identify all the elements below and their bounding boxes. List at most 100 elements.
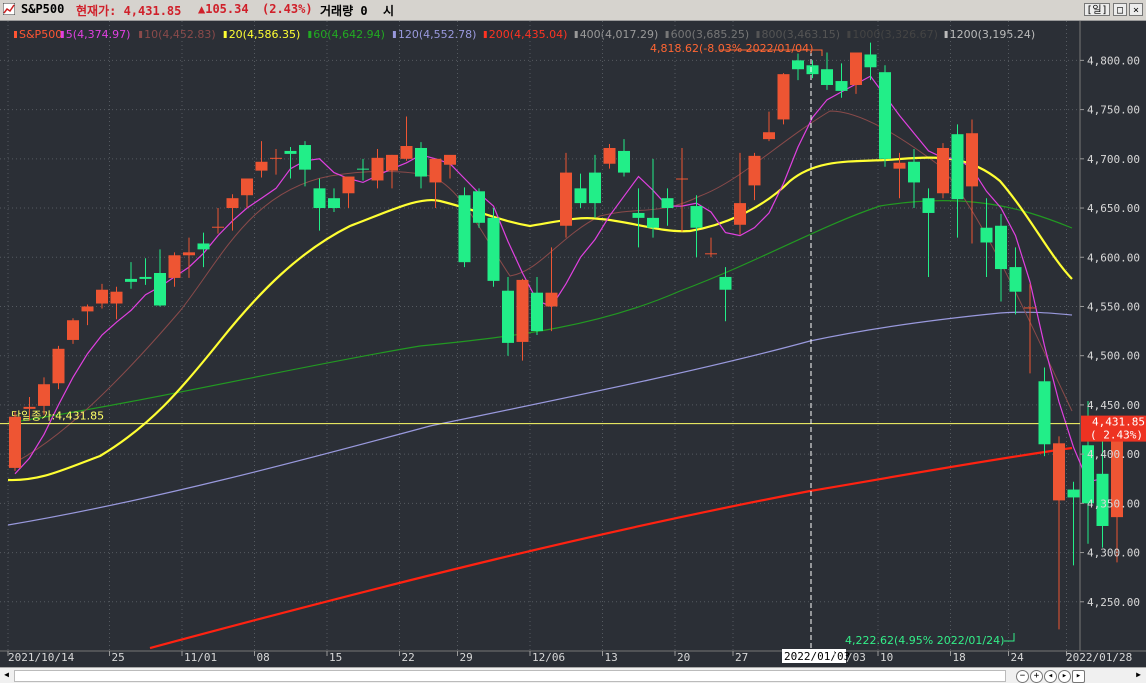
zoom-out-icon[interactable]: − bbox=[1016, 670, 1029, 683]
daily-period-button[interactable]: [일] bbox=[1084, 3, 1110, 16]
legend-item: 800(3,463.15) bbox=[762, 28, 841, 41]
candle-body bbox=[763, 132, 775, 140]
title-bar: S&P500 현재가: 4,431.85 ▲105.34 (2.43%) 거래량… bbox=[0, 0, 1146, 21]
legend-item: 1200(3,195.24) bbox=[950, 28, 1036, 41]
x-tick-label: /03 bbox=[846, 651, 866, 664]
candle-body bbox=[473, 191, 485, 223]
candle-body bbox=[23, 406, 36, 409]
legend-item: 120(4,552.78) bbox=[398, 28, 477, 41]
scroll-left-arrow[interactable]: ◀ bbox=[1, 669, 12, 681]
candle-body bbox=[1038, 381, 1051, 445]
low-annotation: 4,222.62(4.95% 2022/01/24) bbox=[845, 634, 1004, 647]
candle-body bbox=[96, 289, 108, 304]
candle-body bbox=[806, 65, 819, 75]
legend-item: 60(4,642.94) bbox=[313, 28, 385, 41]
x-tick-label: 10 bbox=[880, 651, 893, 664]
pan-left-icon[interactable]: ◂ bbox=[1044, 670, 1057, 683]
x-tick-label: 08 bbox=[257, 651, 270, 664]
y-tick-label: 4,400.00 bbox=[1087, 448, 1140, 461]
chart-app-icon bbox=[3, 3, 15, 15]
scroll-track[interactable] bbox=[14, 670, 1006, 682]
candle-body bbox=[81, 306, 94, 312]
crosshair-date-label: 2022/01/03 bbox=[784, 650, 850, 663]
y-tick-label: 4,700.00 bbox=[1087, 153, 1140, 166]
legend-item: 10(4,452.83) bbox=[144, 28, 216, 41]
legend-item: 1000(3,326.67) bbox=[852, 28, 938, 41]
candle-body bbox=[38, 384, 50, 406]
candle-body bbox=[1067, 489, 1080, 498]
legend-swatch bbox=[847, 31, 851, 38]
close-price-label: 당일종가:4,431.85 bbox=[11, 409, 104, 423]
candle-body bbox=[284, 150, 297, 154]
candle-body bbox=[357, 168, 369, 170]
y-tick-label: 4,800.00 bbox=[1087, 54, 1140, 67]
legend-item: 5(4,374.97) bbox=[66, 28, 131, 41]
legend-swatch bbox=[574, 31, 578, 38]
scroll-right-arrow[interactable]: ▶ bbox=[1133, 669, 1144, 681]
y-tick-label: 4,650.00 bbox=[1087, 202, 1140, 215]
candle-body bbox=[632, 212, 645, 218]
candle-body bbox=[516, 279, 529, 342]
candle-body bbox=[241, 178, 253, 196]
y-tick-label: 4,250.00 bbox=[1087, 596, 1140, 609]
x-tick-label: 29 bbox=[460, 651, 473, 664]
legend-swatch bbox=[756, 31, 760, 38]
candle-body bbox=[879, 72, 891, 159]
x-tick-label: 13 bbox=[605, 651, 618, 664]
y-tick-label: 4,600.00 bbox=[1087, 251, 1140, 264]
legend-swatch bbox=[483, 31, 487, 38]
candle-body bbox=[1053, 443, 1065, 501]
chart-window: S&P500 현재가: 4,431.85 ▲105.34 (2.43%) 거래량… bbox=[0, 0, 1146, 683]
candle-body bbox=[139, 276, 152, 279]
candle-body bbox=[748, 155, 761, 186]
candle-body bbox=[980, 227, 993, 243]
candle-body bbox=[415, 147, 427, 177]
candle-body bbox=[154, 273, 166, 306]
horizontal-scrollbar[interactable]: ◀ − + ◂ ▸ ▸ ▶ bbox=[0, 667, 1146, 683]
candle-body bbox=[545, 292, 558, 307]
y-tick-label: 4,750.00 bbox=[1087, 104, 1140, 117]
candle-body bbox=[951, 134, 964, 200]
legend-swatch bbox=[392, 31, 396, 38]
legend-swatch bbox=[665, 31, 669, 38]
y-tick-label: 4,350.00 bbox=[1087, 497, 1140, 510]
candle-body bbox=[125, 278, 137, 282]
candle-body bbox=[690, 206, 703, 228]
candle-body bbox=[342, 176, 355, 194]
candle-body bbox=[328, 198, 340, 209]
candle-body bbox=[719, 276, 732, 290]
legend-swatch bbox=[60, 31, 64, 38]
time-label: 시 bbox=[383, 4, 395, 18]
candle-body bbox=[647, 217, 659, 228]
volume-label: 거래량 0 bbox=[320, 4, 368, 18]
x-tick-label: 15 bbox=[329, 651, 342, 664]
candle-body bbox=[661, 198, 674, 209]
y-tick-label: 4,500.00 bbox=[1087, 350, 1140, 363]
y-tick-label: 4,300.00 bbox=[1087, 547, 1140, 560]
candle-body bbox=[270, 157, 282, 159]
y-tick-label: 4,450.00 bbox=[1087, 399, 1140, 412]
y-tick-label: 4,550.00 bbox=[1087, 300, 1140, 313]
x-tick-label: 12/06 bbox=[532, 651, 565, 664]
scroll-end-icon[interactable]: ▸ bbox=[1072, 670, 1085, 683]
x-tick-label: 11/01 bbox=[184, 651, 217, 664]
maximize-button[interactable]: □ bbox=[1113, 3, 1127, 16]
candle-body bbox=[705, 253, 717, 255]
zoom-in-icon[interactable]: + bbox=[1030, 670, 1043, 683]
legend-swatch bbox=[14, 31, 17, 38]
legend-item: 400(4,017.29) bbox=[580, 28, 659, 41]
pan-right-icon[interactable]: ▸ bbox=[1058, 670, 1071, 683]
close-button[interactable]: × bbox=[1129, 3, 1143, 16]
x-tick-label: 27 bbox=[735, 651, 748, 664]
candle-body bbox=[168, 255, 181, 278]
x-tick-label: 18 bbox=[953, 651, 966, 664]
candle-body bbox=[821, 69, 833, 85]
candle-body bbox=[9, 416, 21, 468]
candle-body bbox=[937, 147, 949, 194]
legend-item: 600(3,685.25) bbox=[671, 28, 750, 41]
x-tick-label: 2022/01/28 bbox=[1066, 651, 1132, 664]
candle-body bbox=[995, 225, 1007, 270]
candle-body bbox=[386, 154, 398, 171]
candlestick-chart[interactable]: S&P500 5(4,374.97) 10(4,452.83) 20(4,586.35… bbox=[0, 21, 1146, 670]
candle-body bbox=[444, 154, 456, 165]
